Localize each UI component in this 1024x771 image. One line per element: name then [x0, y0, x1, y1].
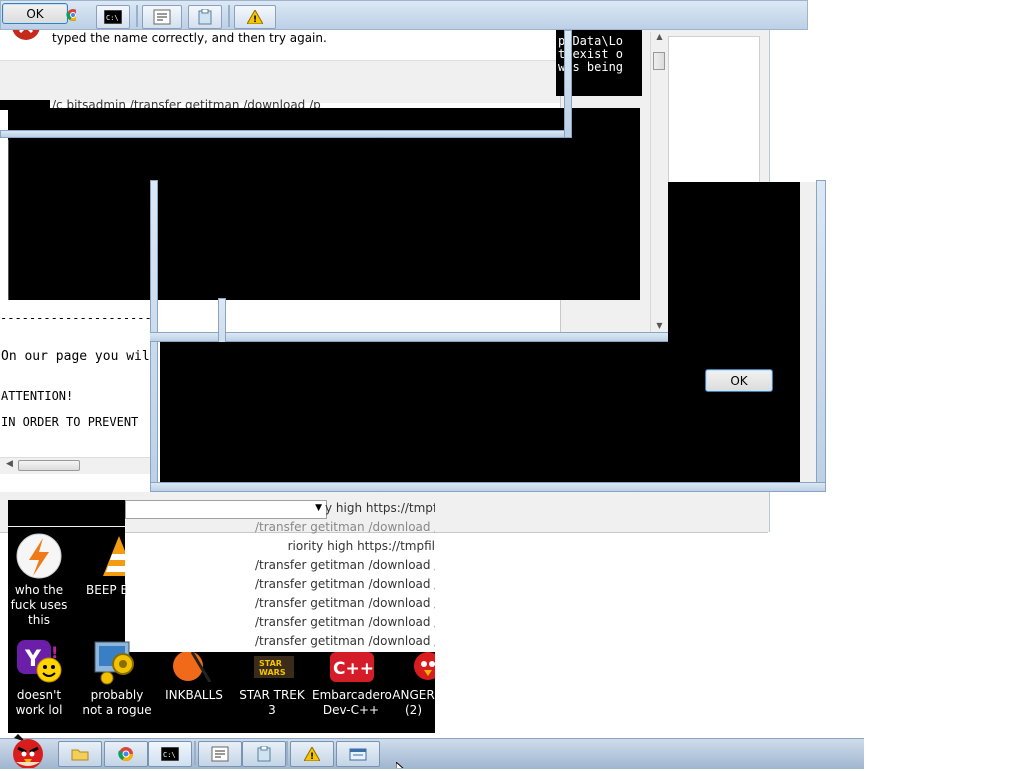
svg-text:C++: C++: [333, 659, 374, 679]
taskbar-separator: [286, 741, 288, 765]
list-item: /transfer getitman /download /priority h…: [255, 558, 435, 572]
list-item: /transfer getitman /download /priority h…: [255, 596, 435, 610]
desktop-icon-label[interactable]: ANGER (2): [392, 688, 435, 718]
star-wars-icon[interactable]: STAR WARS: [254, 652, 294, 682]
desktop-icon-label[interactable]: Embarcadero Dev-C++: [312, 688, 392, 718]
desktop-icon-label[interactable]: probably not a rogue: [80, 688, 154, 718]
list-item: /transfer getitman /download /priority h…: [255, 634, 435, 648]
gear-monitor-icon[interactable]: [93, 638, 141, 686]
lower-window-black-block: [8, 500, 125, 526]
list-item: y high https://tmpfil: [325, 501, 435, 515]
dialog-ok-button[interactable]: OK: [705, 369, 773, 392]
cmd-icon: C:\: [161, 747, 179, 761]
svg-text:C:\: C:\: [163, 751, 176, 759]
chrome-icon[interactable]: [66, 8, 76, 22]
svg-text:!: !: [310, 752, 314, 761]
toolbar-separator: [136, 5, 138, 27]
lightning-icon[interactable]: [15, 532, 63, 580]
scroll-thumb[interactable]: [653, 52, 665, 70]
background-window-right-pane: [668, 36, 760, 183]
folder-icon: [71, 749, 89, 761]
hscroll-thumb[interactable]: [18, 460, 80, 471]
scroll-left-icon[interactable]: ◀: [6, 459, 13, 469]
toolbar-separator: [228, 5, 230, 27]
scroll-up-icon[interactable]: ▲: [651, 32, 668, 46]
toolbar-clipboard-button[interactable]: [188, 5, 222, 29]
console-scrollbar[interactable]: ▲ ▼: [650, 32, 668, 332]
taskbar-separator: [194, 741, 196, 765]
message-dialog-body: [160, 342, 800, 482]
taskbar-cmd-button[interactable]: C:\: [148, 741, 192, 767]
svg-text:STAR: STAR: [259, 659, 282, 668]
console-dashes: ----------------------------------------…: [0, 311, 150, 325]
desktop-icon-label[interactable]: BEEP B: [86, 583, 126, 598]
window-icon: [349, 748, 367, 761]
window-border-v4: [816, 180, 826, 490]
desktop-icon-label[interactable]: who the fuck uses this: [3, 583, 75, 628]
taskbar-notepad-button[interactable]: [198, 741, 242, 767]
taskbar-chrome-button[interactable]: [104, 741, 148, 767]
console-line: On our page you wil: [1, 349, 150, 364]
top-ok-button[interactable]: OK: [2, 3, 68, 24]
cpp-icon[interactable]: C++: [330, 652, 374, 682]
toolbar-warning-button[interactable]: !: [234, 5, 276, 29]
taskbar-warning-button[interactable]: !: [290, 741, 334, 767]
taskbar-clipboard-button[interactable]: [242, 741, 286, 767]
desktop-icon-label[interactable]: doesn't work lol: [3, 688, 75, 718]
cmd-icon: C:\: [104, 10, 122, 24]
svg-text:C:\: C:\: [106, 14, 119, 22]
clipboard-icon: [257, 746, 271, 762]
taskbar-window-button[interactable]: [336, 741, 380, 767]
error-window-footer: [0, 60, 560, 103]
notepad-icon: [153, 9, 171, 25]
notepad-icon: [211, 746, 229, 762]
console-prevent: IN ORDER TO PREVENT: [1, 415, 139, 429]
list-item: /transfer getitman /download /priority h…: [255, 615, 435, 629]
desktop-icon-label[interactable]: STAR TREK 3: [234, 688, 310, 718]
yahoo-icon[interactable]: Y!: [15, 638, 63, 686]
toolbar-notepad-button[interactable]: [142, 5, 182, 29]
scroll-down-icon[interactable]: ▼: [651, 321, 668, 330]
angry-bird-icon[interactable]: [410, 652, 435, 682]
chrome-icon: [118, 747, 133, 761]
clipboard-icon: [198, 9, 212, 25]
svg-text:WARS: WARS: [259, 668, 286, 677]
priority-list: y high https://tmpfil /transfer getitman…: [125, 500, 435, 657]
taskbar-folder-button[interactable]: [58, 741, 102, 767]
message-dialog-top: [668, 182, 800, 342]
window-border-h1: [0, 130, 572, 138]
list-item: /transfer getitman /download /priority h…: [255, 520, 435, 534]
warning-icon: !: [304, 747, 320, 761]
inkball-icon[interactable]: [172, 652, 212, 682]
error-message: typed the name correctly, and then try a…: [52, 31, 327, 45]
message-dialog-right-strip: [800, 182, 816, 482]
mouse-cursor-icon: [396, 762, 404, 768]
console-attention: ATTENTION!: [1, 389, 74, 403]
window-border-v1: [564, 30, 572, 138]
desktop-icon-label[interactable]: INKBALLS: [158, 688, 230, 703]
list-item: /transfer getitman /download /priority h…: [255, 577, 435, 591]
svg-text:!: !: [253, 15, 257, 24]
start-angry-bird-icon[interactable]: [4, 732, 48, 769]
list-item: riority high https://tmpfil: [287, 539, 435, 553]
horizontal-scrollbar[interactable]: ◀: [0, 457, 150, 474]
warning-icon: !: [247, 10, 263, 24]
window-border-h3: [150, 482, 826, 492]
vlc-cone-icon[interactable]: [95, 532, 125, 580]
toolbar-cmd-button[interactable]: C:\: [96, 5, 130, 29]
